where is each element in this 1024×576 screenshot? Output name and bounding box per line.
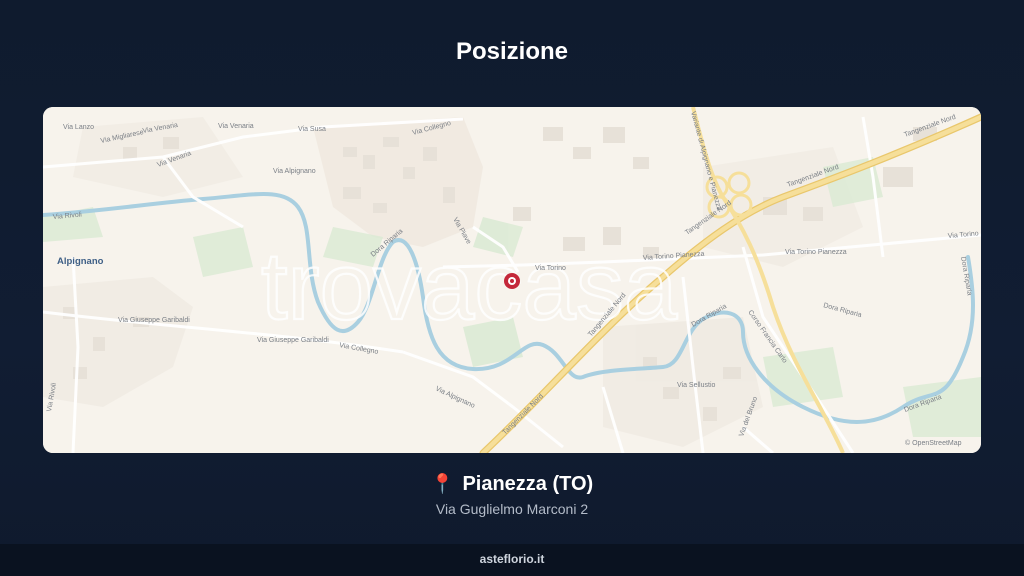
- location-city: 📍 Pianezza (TO): [0, 472, 1024, 496]
- map-pin-icon: 📍: [430, 474, 455, 495]
- map-canvas[interactable]: trovacasa Via Lanzo Via Venaria Via Vena…: [43, 107, 981, 453]
- city-label: Pianezza (TO): [462, 473, 594, 495]
- page-title: Posizione: [455, 38, 569, 65]
- map-attribution[interactable]: © OpenStreetMap: [905, 439, 962, 447]
- map-label: Via Giuseppe Garibaldi: [118, 317, 190, 324]
- location-map[interactable]: trovacasa Via Lanzo Via Venaria Via Vena…: [43, 107, 981, 453]
- map-label: Via Venaria: [218, 123, 254, 130]
- location-marker[interactable]: [504, 273, 520, 289]
- footer: asteflorio.it: [0, 544, 1024, 576]
- footer-brand[interactable]: asteflorio.it: [480, 552, 545, 566]
- trovacasa-watermark: trovacasa: [261, 233, 678, 340]
- map-label: Via Torino Pianezza: [785, 249, 847, 256]
- map-label: Via Susa: [298, 126, 326, 133]
- map-label: Via Giuseppe Garibaldi: [257, 337, 329, 344]
- town-label-alpignano: Alpignano: [57, 256, 104, 267]
- map-label: Via Torino: [535, 265, 566, 272]
- map-label: Via Sellustio: [677, 382, 716, 389]
- map-label: Via Alpignano: [273, 168, 316, 175]
- location-address: Via Guglielmo Marconi 2: [435, 501, 589, 517]
- map-label: Via Lanzo: [63, 124, 94, 131]
